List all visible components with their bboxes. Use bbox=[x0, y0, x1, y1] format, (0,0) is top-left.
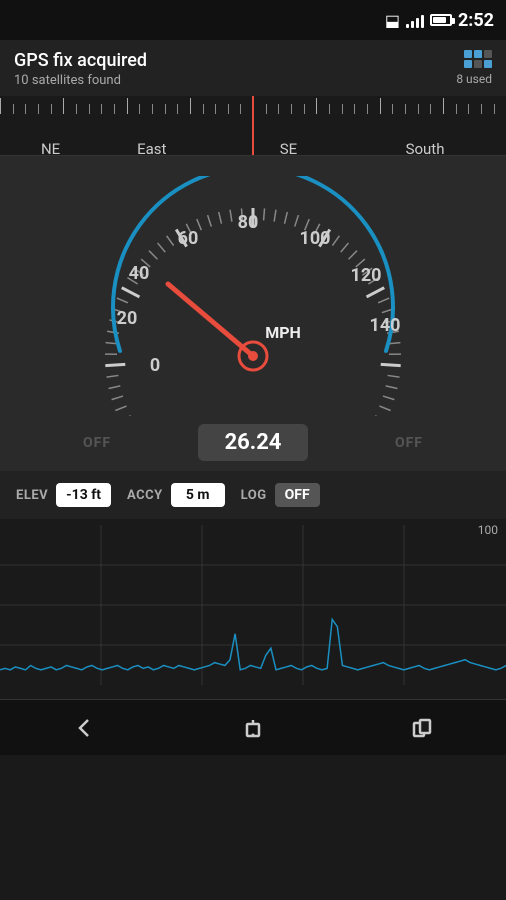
compass-tick bbox=[38, 104, 51, 114]
status-time: 2:52 bbox=[458, 10, 494, 31]
compass-tick bbox=[89, 104, 102, 114]
compass-tick bbox=[494, 104, 506, 114]
speedometer-container: 0 20 40 60 80 100 120 140 MPH bbox=[73, 176, 433, 416]
compass-tick bbox=[481, 104, 494, 114]
nav-bar bbox=[0, 699, 506, 755]
header: GPS fix acquired 10 satellites found 8 u… bbox=[0, 40, 506, 96]
compass-tick bbox=[380, 98, 393, 114]
compass-tick bbox=[190, 98, 203, 114]
log-group: LOG OFF bbox=[241, 483, 320, 507]
compass-tick bbox=[329, 104, 342, 114]
back-button[interactable] bbox=[59, 708, 109, 748]
compass-tick bbox=[430, 104, 443, 114]
svg-text:60: 60 bbox=[178, 228, 199, 249]
compass-tick bbox=[51, 104, 64, 114]
compass-tick bbox=[228, 104, 241, 114]
home-button[interactable] bbox=[228, 708, 278, 748]
compass-tick bbox=[266, 104, 279, 114]
compass-tick bbox=[165, 104, 178, 114]
battery-icon bbox=[430, 14, 452, 26]
compass-se: SE bbox=[280, 140, 297, 156]
svg-text:0: 0 bbox=[150, 355, 160, 376]
compass-tick bbox=[304, 104, 317, 114]
status-icons: ⬓ 2:52 bbox=[385, 10, 494, 31]
compass-tick bbox=[203, 104, 216, 114]
compass-bar: (function(){ const bar = document.queryS… bbox=[0, 96, 506, 156]
satellites-used: 8 used bbox=[456, 72, 492, 86]
recent-button[interactable] bbox=[397, 708, 447, 748]
elev-value: -13 ft bbox=[56, 483, 111, 507]
speed-display-row: OFF 26.24 OFF bbox=[73, 424, 433, 461]
compass-tick bbox=[63, 98, 76, 114]
elev-group: ELEV -13 ft bbox=[16, 483, 111, 507]
compass-tick bbox=[253, 98, 266, 114]
compass-tick bbox=[316, 98, 329, 114]
log-value: OFF bbox=[275, 483, 320, 507]
elev-label: ELEV bbox=[16, 488, 48, 503]
status-bar: ⬓ 2:52 bbox=[0, 0, 506, 40]
compass-tick bbox=[456, 104, 469, 114]
right-off-label: OFF bbox=[395, 435, 423, 451]
svg-text:120: 120 bbox=[351, 265, 382, 286]
accy-group: ACCY 5 m bbox=[127, 483, 225, 507]
sat-dot bbox=[474, 50, 482, 58]
sat-dot bbox=[464, 60, 472, 68]
log-label: LOG bbox=[241, 488, 267, 503]
compass-tick bbox=[342, 104, 355, 114]
compass-tick bbox=[114, 104, 127, 114]
compass-tick bbox=[418, 104, 431, 114]
header-right: 8 used bbox=[456, 50, 492, 86]
svg-text:40: 40 bbox=[129, 263, 150, 284]
speed-chart bbox=[0, 525, 506, 685]
compass-tick bbox=[127, 98, 140, 114]
signal-icon bbox=[406, 12, 424, 28]
compass-east: East bbox=[137, 140, 166, 156]
svg-text:100: 100 bbox=[300, 228, 331, 249]
compass-tick bbox=[367, 104, 380, 114]
compass-tick bbox=[177, 104, 190, 114]
compass-tick bbox=[0, 98, 13, 114]
compass-tick bbox=[443, 98, 456, 114]
compass-tick bbox=[13, 104, 26, 114]
speedometer-section: 0 20 40 60 80 100 120 140 MPH bbox=[0, 156, 506, 471]
svg-text:20: 20 bbox=[117, 308, 138, 329]
sat-dot bbox=[484, 50, 492, 58]
compass-tick bbox=[405, 104, 418, 114]
sat-dot bbox=[484, 60, 492, 68]
header-left: GPS fix acquired 10 satellites found bbox=[14, 50, 147, 88]
chart-max-label: 100 bbox=[478, 523, 498, 537]
compass-tick bbox=[152, 104, 165, 114]
gps-subtitle: 10 satellites found bbox=[14, 73, 147, 88]
bluetooth-icon: ⬓ bbox=[385, 11, 400, 30]
accy-value: 5 m bbox=[171, 483, 225, 507]
compass-ne: NE bbox=[41, 140, 60, 156]
compass-tick bbox=[139, 104, 152, 114]
compass-tick bbox=[215, 104, 228, 114]
compass-tick bbox=[278, 104, 291, 114]
compass-tick bbox=[354, 104, 367, 114]
compass-south: South bbox=[406, 140, 445, 156]
speed-value-box: 26.24 bbox=[198, 424, 308, 461]
gps-title: GPS fix acquired bbox=[14, 50, 147, 71]
compass-tick bbox=[468, 104, 481, 114]
compass-tick bbox=[76, 104, 89, 114]
compass-tick bbox=[291, 104, 304, 114]
stats-row: ELEV -13 ft ACCY 5 m LOG OFF bbox=[0, 471, 506, 519]
compass-indicator bbox=[252, 96, 254, 155]
svg-text:140: 140 bbox=[370, 315, 401, 336]
sat-dot bbox=[464, 50, 472, 58]
satellite-grid bbox=[464, 50, 492, 68]
chart-section: 100 (function(){ const data = JSON.parse… bbox=[0, 519, 506, 699]
svg-text:MPH: MPH bbox=[265, 323, 301, 342]
sat-dot bbox=[474, 60, 482, 68]
svg-text:80: 80 bbox=[238, 212, 259, 233]
speedometer-svg: 0 20 40 60 80 100 120 140 MPH bbox=[73, 176, 433, 416]
accy-label: ACCY bbox=[127, 488, 163, 503]
compass-tick bbox=[25, 104, 38, 114]
compass-tick bbox=[392, 104, 405, 114]
compass-tick bbox=[101, 104, 114, 114]
left-off-label: OFF bbox=[83, 435, 111, 451]
